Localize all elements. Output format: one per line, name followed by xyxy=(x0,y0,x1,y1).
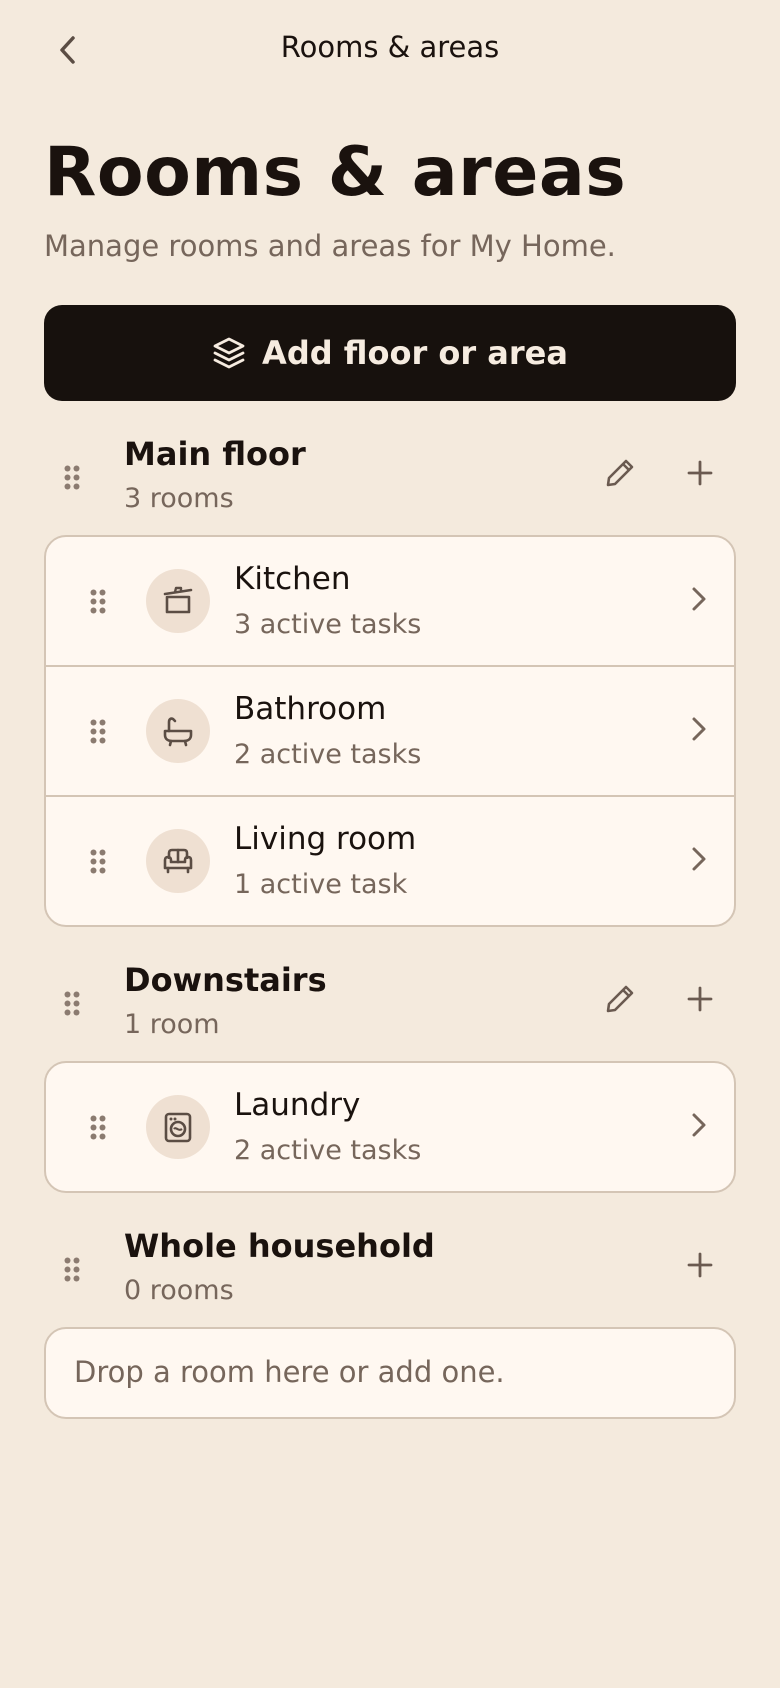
add-floor-button-label: Add floor or area xyxy=(262,333,568,372)
rooms-page: Rooms & areas Rooms & areas Manage rooms… xyxy=(0,0,780,1688)
room-list-main-floor: Kitchen 3 active tasks Bathroom 2 active… xyxy=(44,534,736,927)
edit-section-button[interactable] xyxy=(598,977,642,1021)
room-task-count: 3 active tasks xyxy=(234,608,422,640)
room-name: Laundry xyxy=(234,1086,361,1123)
topbar-title: Rooms & areas xyxy=(280,30,500,64)
pencil-icon xyxy=(606,459,634,487)
add-room-button[interactable] xyxy=(678,977,722,1021)
add-floor-button[interactable]: Add floor or area xyxy=(44,304,736,401)
chevron-right-icon xyxy=(692,847,706,871)
room-task-count: 2 active tasks xyxy=(234,1134,422,1166)
section-whole-household: Whole household 0 rooms xyxy=(0,1227,780,1315)
room-task-count: 2 active tasks xyxy=(234,738,422,770)
layers-icon xyxy=(213,337,245,369)
room-list-downstairs: Laundry 2 active tasks xyxy=(44,1060,736,1193)
section-main-floor: Main floor 3 rooms xyxy=(0,435,780,523)
drag-handle-icon[interactable] xyxy=(64,1257,80,1282)
page-header: Rooms & areas Manage rooms and areas for… xyxy=(0,96,780,263)
empty-drop-text: Drop a room here or add one. xyxy=(74,1354,505,1389)
chevron-right-icon xyxy=(692,587,706,611)
room-name: Kitchen xyxy=(234,560,351,597)
edit-section-button[interactable] xyxy=(598,451,642,495)
page-subtitle: Manage rooms and areas for My Home. xyxy=(44,228,616,263)
plus-icon xyxy=(687,460,713,486)
section-downstairs: Downstairs 1 room xyxy=(0,961,780,1049)
bathtub-icon xyxy=(163,717,193,747)
room-row-laundry[interactable]: Laundry 2 active tasks xyxy=(46,1063,734,1191)
section-room-count: 1 room xyxy=(124,1008,220,1040)
cooking-pot-icon xyxy=(163,586,193,614)
sofa-icon xyxy=(163,848,193,874)
chevron-right-icon xyxy=(692,717,706,741)
washing-machine-icon xyxy=(164,1112,192,1143)
room-icon-badge xyxy=(146,1094,210,1159)
room-name: Bathroom xyxy=(234,690,387,727)
section-room-count: 0 rooms xyxy=(124,1274,234,1306)
section-name: Downstairs xyxy=(124,960,327,999)
section-room-count: 3 rooms xyxy=(124,482,234,514)
room-task-count: 1 active task xyxy=(234,868,408,900)
add-room-button[interactable] xyxy=(678,1243,722,1287)
room-row-kitchen[interactable]: Kitchen 3 active tasks xyxy=(46,537,734,665)
room-icon-badge xyxy=(146,828,210,893)
plus-icon xyxy=(687,1252,713,1278)
drag-handle-icon[interactable] xyxy=(90,589,106,614)
section-name: Main floor xyxy=(124,434,306,473)
page-title: Rooms & areas xyxy=(44,133,627,212)
add-room-button[interactable] xyxy=(678,451,722,495)
room-icon-badge xyxy=(146,698,210,763)
room-row-bathroom[interactable]: Bathroom 2 active tasks xyxy=(46,664,734,795)
room-name: Living room xyxy=(234,820,417,857)
plus-icon xyxy=(687,986,713,1012)
drag-handle-icon[interactable] xyxy=(64,465,80,490)
drag-handle-icon[interactable] xyxy=(90,849,106,874)
top-bar: Rooms & areas xyxy=(0,0,780,96)
drag-handle-icon[interactable] xyxy=(90,1115,106,1140)
room-drop-zone[interactable]: Drop a room here or add one. xyxy=(44,1326,736,1419)
drag-handle-icon[interactable] xyxy=(90,719,106,744)
section-name: Whole household xyxy=(124,1226,435,1265)
pencil-icon xyxy=(606,985,634,1013)
chevron-right-icon xyxy=(692,1113,706,1137)
drag-handle-icon[interactable] xyxy=(64,991,80,1016)
room-row-living-room[interactable]: Living room 1 active task xyxy=(46,794,734,925)
room-icon-badge xyxy=(146,568,210,633)
